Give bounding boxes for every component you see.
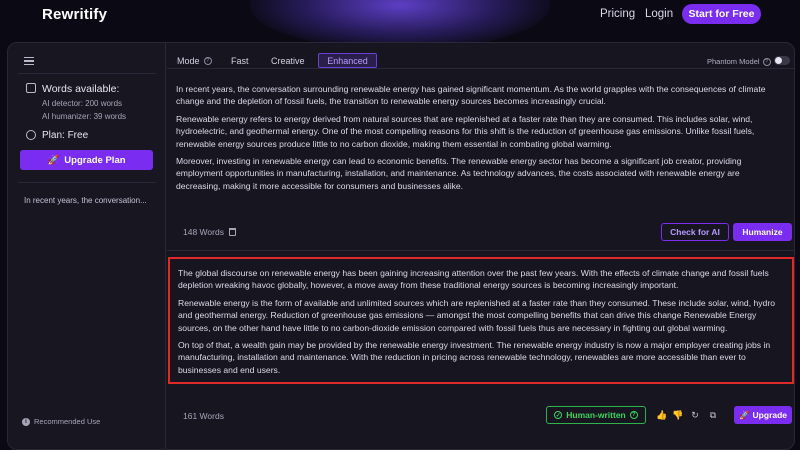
output-word-count-text: 161 Words [183, 411, 224, 421]
brand-logo[interactable]: Rewritify [42, 6, 107, 23]
human-written-label: Human-written [566, 410, 626, 420]
check-for-ai-button[interactable]: Check for AI [661, 223, 729, 241]
input-paragraph: In recent years, the conversation surrou… [176, 84, 766, 107]
input-text[interactable]: In recent years, the conversation surrou… [176, 83, 786, 197]
pricing-link[interactable]: Pricing [600, 8, 635, 20]
regenerate-icon[interactable]: ↻ [690, 410, 700, 420]
mode-text: Mode [177, 56, 200, 66]
humanize-button[interactable]: Humanize [733, 223, 792, 241]
phantom-model-toggle[interactable] [774, 56, 790, 65]
section-divider [167, 250, 794, 251]
output-text: The global discourse on renewable energy… [178, 267, 784, 381]
phantom-model-text: Phantom Model [707, 57, 760, 66]
top-bar: Rewritify Pricing Login Start for Free [0, 0, 800, 36]
ai-humanizer-stat: AI humanizer: 39 words [42, 112, 127, 121]
input-word-count-text: 148 Words [183, 227, 224, 237]
recommended-use-label: Recommended Use [34, 417, 101, 426]
input-paragraph: Moreover, investing in renewable energy … [176, 156, 742, 191]
output-paragraph: The global discourse on renewable energy… [178, 268, 769, 291]
output-highlight-box: The global discourse on renewable energy… [168, 257, 794, 384]
rocket-icon: 🚀 [738, 409, 750, 420]
main-editor: Mode ? Fast Creative Enhanced Phantom Mo… [167, 43, 794, 449]
mode-label: Mode ? [177, 56, 212, 66]
trash-icon[interactable] [228, 228, 236, 236]
tab-creative[interactable]: Creative [271, 56, 305, 66]
thumbs-down-icon[interactable]: 👎 [672, 410, 683, 420]
mode-bar: Mode ? Fast Creative Enhanced Phantom Mo… [167, 43, 794, 69]
history-item[interactable]: In recent years, the conversation... [24, 196, 147, 205]
rocket-icon: 🚀 [47, 154, 60, 166]
upgrade-button[interactable]: 🚀 Upgrade [734, 406, 792, 424]
output-paragraph: On top of that, a wealth gain may be pro… [178, 340, 771, 375]
help-icon[interactable]: ? [629, 411, 638, 419]
help-icon[interactable]: ? [203, 57, 212, 65]
sidebar: Words available: AI detector: 200 words … [8, 43, 166, 449]
upgrade-plan-button[interactable]: 🚀 Upgrade Plan [20, 150, 153, 170]
output-word-count: 161 Words [183, 411, 224, 421]
recommended-use-link[interactable]: i Recommended Use [22, 417, 100, 426]
start-for-free-button[interactable]: Start for Free [682, 4, 761, 24]
plan-label: Plan: Free [42, 130, 89, 141]
info-icon: i [22, 417, 30, 426]
login-link[interactable]: Login [645, 8, 673, 20]
copy-icon[interactable]: ⧉ [708, 410, 718, 420]
check-circle-icon: ✓ [554, 411, 563, 419]
upgrade-label: Upgrade [752, 410, 788, 420]
app-panel: Words available: AI detector: 200 words … [7, 42, 795, 450]
plan-icon [26, 130, 36, 140]
menu-icon[interactable] [24, 57, 34, 66]
upgrade-plan-label: Upgrade Plan [64, 154, 126, 166]
human-written-badge[interactable]: ✓ Human-written ? [546, 406, 646, 424]
help-icon[interactable]: ? [762, 57, 771, 66]
input-paragraph: Renewable energy refers to energy derive… [176, 113, 755, 149]
phantom-model-label: Phantom Model ? [707, 57, 771, 66]
sidebar-divider [18, 73, 156, 74]
words-available-label: Words available: [42, 83, 120, 95]
input-word-count: 148 Words [183, 227, 236, 237]
tab-fast[interactable]: Fast [231, 56, 249, 66]
output-paragraph: Renewable energy is the form of availabl… [178, 297, 775, 333]
tab-enhanced[interactable]: Enhanced [318, 53, 377, 68]
documents-icon [26, 83, 36, 93]
sidebar-divider [18, 182, 156, 183]
ai-detector-stat: AI detector: 200 words [42, 99, 123, 108]
thumbs-up-icon[interactable]: 👍 [656, 410, 667, 420]
